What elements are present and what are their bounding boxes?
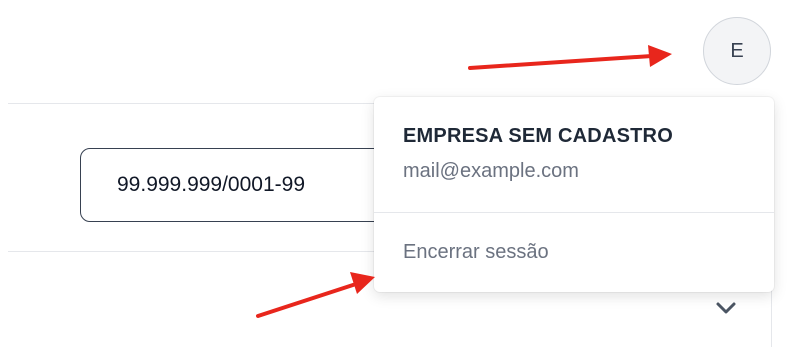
top-bar: E <box>0 0 788 103</box>
avatar-initial: E <box>730 39 744 62</box>
user-avatar-button[interactable]: E <box>703 17 771 85</box>
cnpj-field[interactable]: 99.999.999/0001-99 <box>80 148 410 222</box>
company-name: EMPRESA SEM CADASTRO <box>403 125 673 147</box>
user-dropdown-menu: EMPRESA SEM CADASTRO mail@example.com En… <box>374 97 774 292</box>
logout-menu-item[interactable]: Encerrar sessão <box>403 241 549 264</box>
menu-divider <box>374 212 774 213</box>
cnpj-value: 99.999.999/0001-99 <box>117 173 306 196</box>
user-email: mail@example.com <box>403 160 579 182</box>
chevron-down-icon[interactable] <box>714 300 738 316</box>
